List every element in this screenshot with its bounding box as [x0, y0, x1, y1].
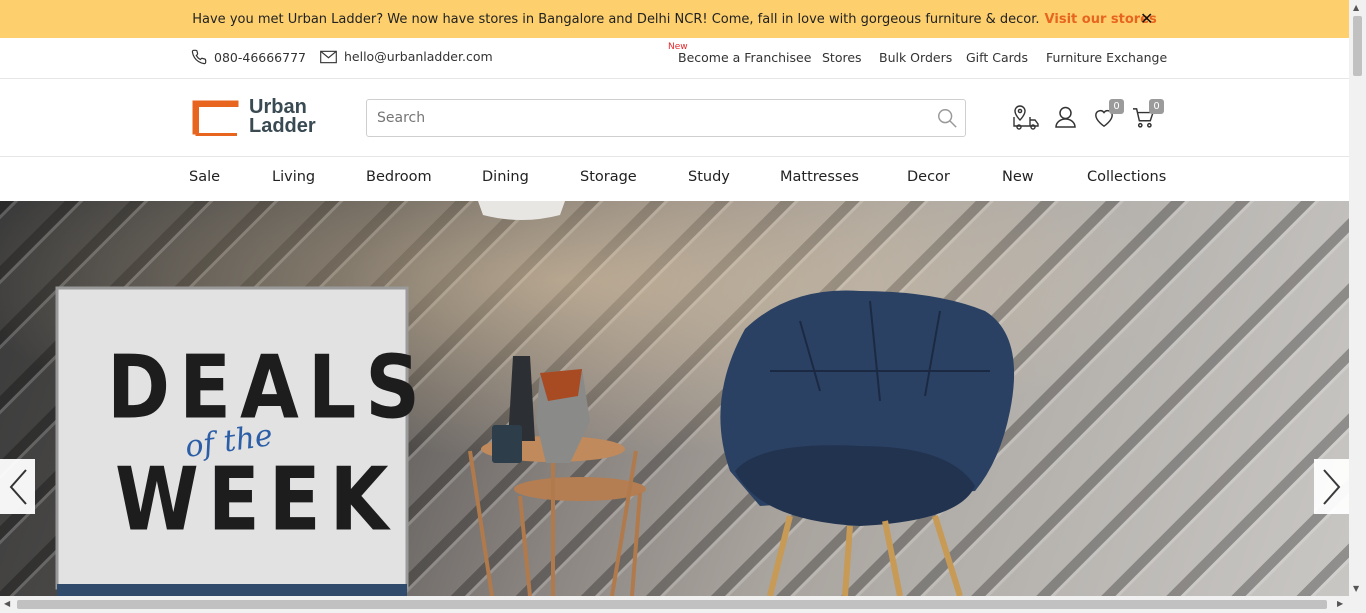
- chevron-right-icon: [1322, 468, 1340, 505]
- phone-number: 080-46666777: [214, 49, 306, 65]
- category-mattresses[interactable]: Mattresses: [780, 169, 859, 185]
- logo[interactable]: Urban Ladder: [191, 97, 316, 137]
- category-dining[interactable]: Dining: [482, 169, 529, 185]
- horizontal-scrollbar[interactable]: ◀ ▶: [0, 596, 1366, 613]
- top-nav-bulk-wrap: Bulk Orders: [879, 50, 952, 65]
- search-icon[interactable]: [929, 107, 965, 129]
- category-bedroom[interactable]: Bedroom: [366, 169, 432, 185]
- top-nav: Become a Franchisee: [678, 50, 811, 65]
- vertical-scroll-thumb[interactable]: [1353, 16, 1362, 76]
- deals-line-2: WEEK: [115, 448, 398, 551]
- horizontal-scroll-thumb[interactable]: [17, 600, 1327, 609]
- email-contact[interactable]: hello@urbanladder.com: [320, 49, 493, 64]
- close-icon[interactable]: ✕: [1140, 9, 1153, 28]
- wishlist-icon[interactable]: 0: [1093, 99, 1124, 132]
- scroll-left-icon[interactable]: ◀: [4, 599, 10, 608]
- announcement-text: Have you met Urban Ladder? We now have s…: [192, 11, 1040, 27]
- cart-icon[interactable]: 0: [1132, 99, 1164, 132]
- logo-line-2: Ladder: [249, 115, 316, 137]
- top-nav-furniture-exchange[interactable]: Furniture Exchange: [1046, 50, 1167, 65]
- store-locator-icon[interactable]: [1012, 105, 1040, 135]
- top-nav-bulk-orders[interactable]: Bulk Orders: [879, 50, 952, 65]
- wishlist-count-badge: 0: [1109, 99, 1124, 114]
- chevron-left-icon: [9, 468, 27, 505]
- top-nav-franchisee[interactable]: Become a Franchisee: [678, 50, 811, 65]
- contact-bar: 080-46666777 hello@urbanladder.com New B…: [0, 38, 1349, 79]
- phone-icon: [191, 49, 207, 65]
- logo-text: Urban Ladder: [249, 97, 316, 137]
- site-header: Urban Ladder 0 0: [0, 79, 1349, 157]
- category-collections[interactable]: Collections: [1087, 169, 1166, 185]
- top-nav-exchange-wrap: Furniture Exchange: [1046, 50, 1167, 65]
- category-storage[interactable]: Storage: [580, 169, 637, 185]
- search-box: [366, 99, 966, 137]
- email-address: hello@urbanladder.com: [344, 49, 493, 64]
- carousel-prev-button[interactable]: [0, 459, 35, 514]
- profile-icon[interactable]: [1055, 106, 1076, 132]
- deals-card: DEALS of the WEEK: [57, 288, 420, 584]
- cart-count-badge: 0: [1149, 99, 1164, 114]
- top-nav-stores[interactable]: Stores: [822, 50, 862, 65]
- carousel-next-button[interactable]: [1314, 459, 1349, 514]
- category-decor[interactable]: Decor: [907, 169, 950, 185]
- category-study[interactable]: Study: [688, 169, 730, 185]
- scroll-right-icon[interactable]: ▶: [1337, 599, 1343, 608]
- phone-contact[interactable]: 080-46666777: [191, 49, 306, 65]
- top-nav-gift-cards[interactable]: Gift Cards: [966, 50, 1028, 65]
- scroll-up-icon[interactable]: ▲: [1353, 3, 1359, 12]
- hero-banner[interactable]: DEALS of the WEEK: [0, 201, 1349, 596]
- category-nav: Sale Living Bedroom Dining Storage Study…: [0, 157, 1349, 201]
- category-new[interactable]: New: [1002, 169, 1034, 185]
- logo-mark-icon: [192, 100, 239, 136]
- top-nav-stores-wrap: Stores: [822, 50, 862, 65]
- mail-icon: [320, 50, 337, 63]
- vertical-scrollbar[interactable]: ▲ ▼: [1349, 0, 1366, 596]
- scroll-down-icon[interactable]: ▼: [1353, 584, 1359, 593]
- search-input[interactable]: [377, 110, 929, 126]
- top-nav-gift-wrap: Gift Cards: [966, 50, 1028, 65]
- announcement-bar: Have you met Urban Ladder? We now have s…: [0, 0, 1349, 38]
- category-living[interactable]: Living: [272, 169, 315, 185]
- category-sale[interactable]: Sale: [189, 169, 220, 185]
